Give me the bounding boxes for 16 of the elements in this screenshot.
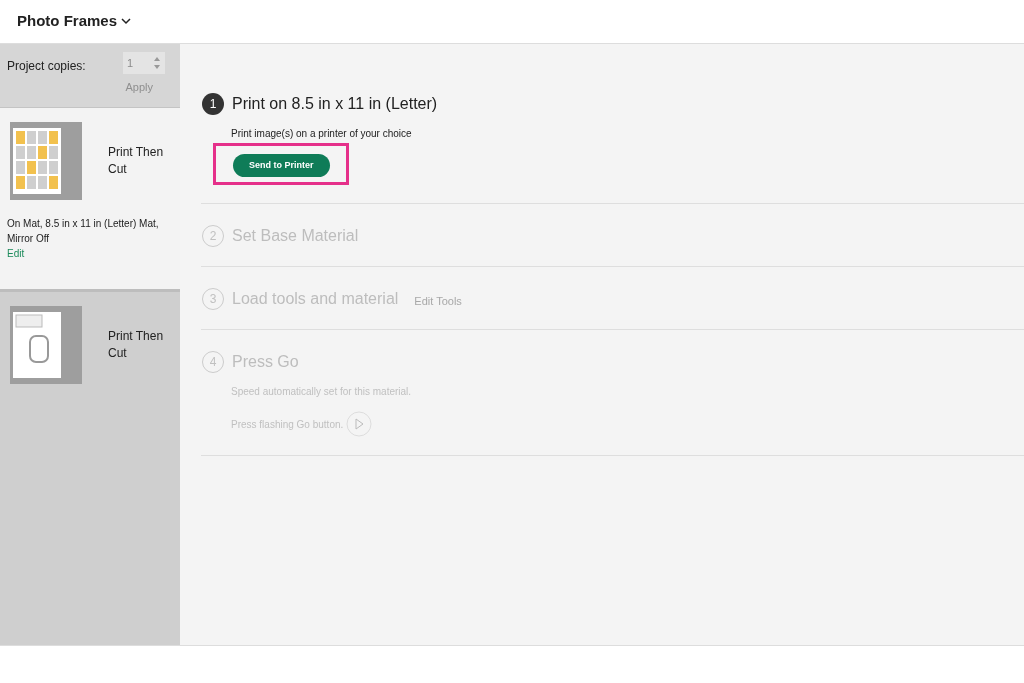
play-icon: [346, 411, 373, 438]
step-title: Print on 8.5 in x 11 in (Letter): [232, 94, 438, 114]
edit-link[interactable]: Edit: [7, 246, 170, 261]
send-to-printer-button[interactable]: Send to Printer: [233, 154, 330, 178]
chevron-down-icon: [121, 18, 132, 25]
copies-field[interactable]: 1: [123, 52, 165, 74]
mat-details: On Mat, 8.5 in x 11 in (Letter) Mat, Mirror Off: [7, 217, 160, 246]
step-number: 1: [202, 93, 224, 115]
mat-label: Print Then Cut: [108, 144, 165, 178]
project-title-dropdown[interactable]: Photo Frames: [17, 10, 132, 33]
step-description: Print image(s) on a printer of your choice: [231, 127, 413, 141]
mat-label: Print Then Cut: [108, 328, 165, 362]
copies-label: Project copies:: [7, 58, 86, 75]
mat-item[interactable]: Print Then Cut On Mat, 8.5 in x 11 in (Letter) Mat, Mirror Off Edit: [0, 108, 180, 292]
stepper-arrows-icon[interactable]: [153, 55, 161, 71]
copies-value: 1: [127, 55, 134, 71]
